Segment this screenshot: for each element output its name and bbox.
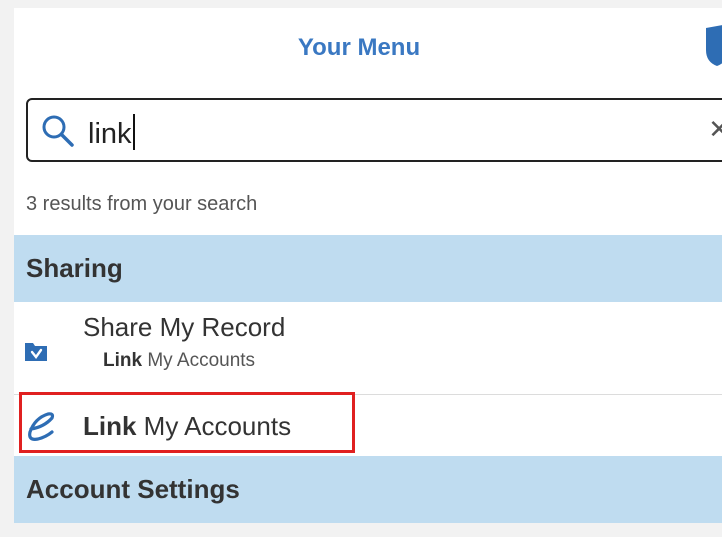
- highlight-box: [19, 392, 355, 453]
- search-input[interactable]: link ✕: [26, 98, 722, 162]
- results-count: 3 results from your search: [26, 193, 258, 215]
- menu-item-subtitle: Link My Accounts: [103, 350, 256, 371]
- search-icon: [40, 113, 76, 154]
- text-caret: [132, 114, 135, 150]
- page-title: Your Menu: [297, 34, 421, 61]
- menu-panel: Your Menu link ✕ 3 results from your sea…: [14, 8, 722, 523]
- menu-item-share-my-record[interactable]: Share My Record Link My Accounts: [14, 302, 722, 395]
- section-title: Account Settings: [26, 474, 240, 504]
- menu-header: Your Menu: [14, 8, 722, 88]
- section-header-sharing: Sharing: [14, 235, 722, 302]
- section-title: Sharing: [26, 253, 123, 283]
- section-header-account-settings: Account Settings: [14, 456, 722, 523]
- menu-item-title: Share My Record: [83, 312, 286, 342]
- clear-icon[interactable]: ✕: [708, 114, 722, 145]
- search-value[interactable]: link: [88, 114, 135, 151]
- folder-share-icon: [24, 340, 48, 367]
- shield-icon[interactable]: [704, 24, 722, 71]
